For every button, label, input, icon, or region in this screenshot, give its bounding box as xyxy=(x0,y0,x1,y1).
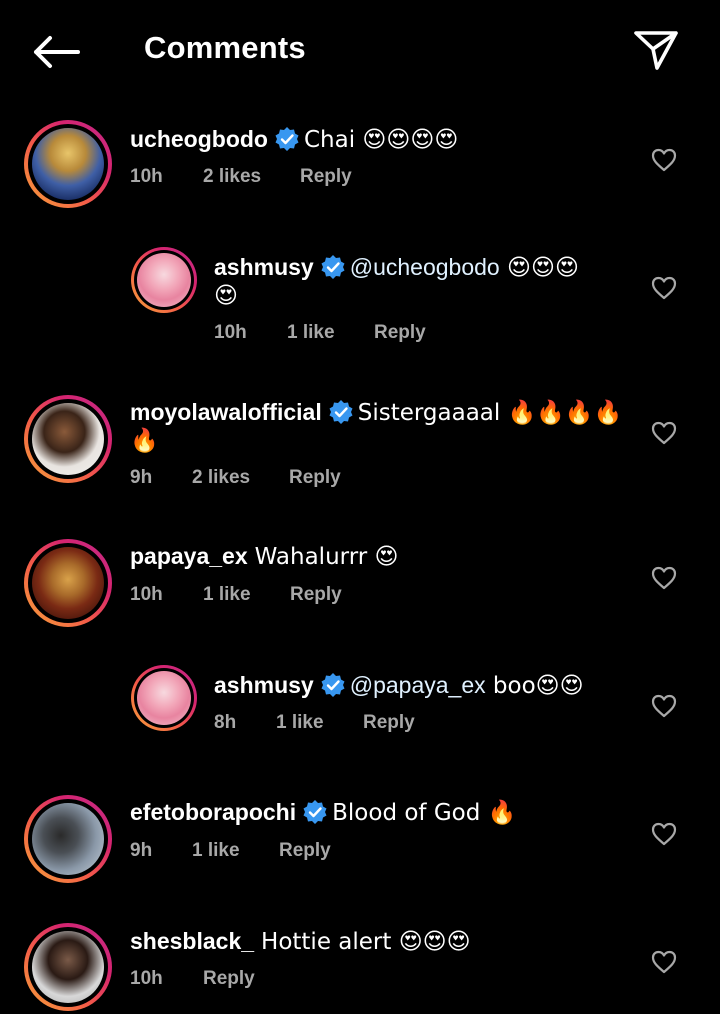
verified-badge-icon xyxy=(321,673,345,697)
comment-likes[interactable]: 1 like xyxy=(192,840,240,862)
reply-button[interactable]: Reply xyxy=(374,322,426,344)
arrow-left-icon xyxy=(34,36,80,68)
header-bar: Comments xyxy=(0,0,720,100)
comment-text: Blood of God 🔥 xyxy=(332,800,517,826)
comment-text: boo😍😍 xyxy=(485,673,584,699)
comment-time: 10h xyxy=(130,166,163,187)
avatar[interactable] xyxy=(24,539,112,627)
comment-time: 9h xyxy=(130,840,153,861)
comment-meta: 10h 1 like Reply xyxy=(214,322,514,346)
comment-likes[interactable]: 1 like xyxy=(287,322,335,344)
comment-likes[interactable]: 1 like xyxy=(276,712,324,734)
heart-icon[interactable] xyxy=(651,822,677,846)
comment-time: 10h xyxy=(214,322,247,343)
heart-icon[interactable] xyxy=(651,950,677,974)
back-button[interactable] xyxy=(30,30,82,74)
verified-badge-icon xyxy=(329,400,353,424)
comment-time: 9h xyxy=(130,467,153,488)
comment-username[interactable]: ashmusy xyxy=(214,672,314,698)
reply-button[interactable]: Reply xyxy=(289,467,341,489)
avatar[interactable] xyxy=(24,923,112,1011)
comment-likes[interactable]: 2 likes xyxy=(192,467,250,489)
comment-username[interactable]: shesblack_ xyxy=(130,928,254,954)
comment-time: 10h xyxy=(130,968,163,989)
verified-badge-icon xyxy=(303,800,327,824)
comment-username[interactable]: moyolawalofficial xyxy=(130,399,322,425)
share-button[interactable] xyxy=(630,26,682,74)
reply-button[interactable]: Reply xyxy=(279,840,331,862)
comment-likes[interactable]: 2 likes xyxy=(203,166,261,188)
comment-username[interactable]: efetoborapochi xyxy=(130,799,296,825)
reply-button[interactable]: Reply xyxy=(290,584,342,606)
avatar[interactable] xyxy=(131,665,197,731)
avatar[interactable] xyxy=(24,120,112,208)
avatar[interactable] xyxy=(131,247,197,313)
comment-meta: 10h 1 like Reply xyxy=(130,584,430,608)
comment-meta: 9h 1 like Reply xyxy=(130,840,430,864)
comment-meta: 8h 1 like Reply xyxy=(214,712,514,736)
reply-button[interactable]: Reply xyxy=(203,968,255,990)
heart-icon[interactable] xyxy=(651,148,677,172)
comment-text: Sistergaaaal 🔥🔥🔥🔥 xyxy=(357,400,623,426)
heart-icon[interactable] xyxy=(651,694,677,718)
comment-username[interactable]: papaya_ex xyxy=(130,543,248,569)
comment-text: Hottie alert 😍😍😍 xyxy=(261,929,471,955)
comment-meta: 10h Reply xyxy=(130,968,430,992)
heart-icon[interactable] xyxy=(651,276,677,300)
reply-button[interactable]: Reply xyxy=(300,166,352,188)
comment-text: 😍😍😍 xyxy=(499,255,579,281)
avatar[interactable] xyxy=(24,795,112,883)
mention-link[interactable]: @ucheogbodo xyxy=(350,254,500,280)
mention-link[interactable]: @papaya_ex xyxy=(350,672,486,698)
comment-time: 8h xyxy=(214,712,237,733)
verified-badge-icon xyxy=(275,127,299,151)
heart-icon[interactable] xyxy=(651,421,677,445)
paper-plane-icon xyxy=(634,31,678,70)
comment-text: Chai 😍😍😍😍 xyxy=(303,127,459,153)
comment-likes[interactable]: 1 like xyxy=(203,584,251,606)
comment-text: Wahalurrr 😍 xyxy=(254,544,399,570)
comment-meta: 9h 2 likes Reply xyxy=(130,467,430,491)
comment-username[interactable]: ucheogbodo xyxy=(130,126,268,152)
comment-text-continued: 🔥 xyxy=(130,428,159,454)
verified-badge-icon xyxy=(321,255,345,279)
comment-text-continued: 😍 xyxy=(214,283,238,309)
comment-time: 10h xyxy=(130,584,163,605)
heart-icon[interactable] xyxy=(651,566,677,590)
page-title: Comments xyxy=(144,30,306,65)
avatar[interactable] xyxy=(24,395,112,483)
comment-meta: 10h 2 likes Reply xyxy=(130,166,430,190)
comment-username[interactable]: ashmusy xyxy=(214,254,314,280)
reply-button[interactable]: Reply xyxy=(363,712,415,734)
